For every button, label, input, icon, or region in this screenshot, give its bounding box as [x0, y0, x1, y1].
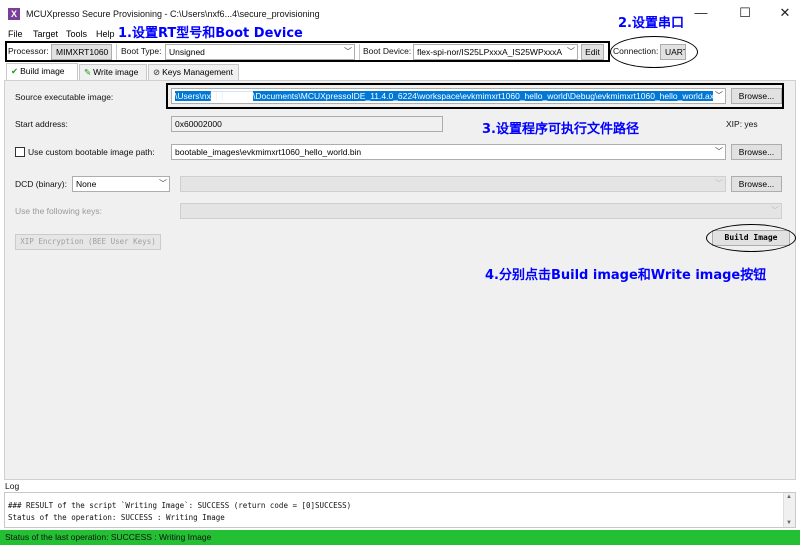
menu-help[interactable]: Help [96, 29, 115, 39]
annotation-3: 3.设置程序可执行文件路径 [482, 122, 639, 137]
status-bar: Status of the last operation: SUCCESS : … [0, 530, 800, 545]
browse-dcd-button[interactable]: Browse... [731, 176, 782, 192]
scroll-down-icon[interactable]: ▼ [786, 520, 792, 526]
annotation-box-source [166, 83, 784, 109]
source-executable-label: Source executable image: [15, 92, 114, 102]
chevron-down-icon: ﹀ [715, 179, 723, 188]
window-title: MCUXpresso Secure Provisioning - C:\User… [26, 9, 320, 19]
menu-file[interactable]: File [8, 29, 23, 39]
maximize-button[interactable]: ☐ [730, 4, 760, 22]
custom-path-checkbox[interactable] [15, 147, 25, 157]
custom-path-label: Use custom bootable image path: [28, 147, 155, 157]
custom-path-value: bootable_images\evkmimxrt1060_hello_worl… [175, 147, 362, 157]
minimize-button[interactable]: — [686, 4, 716, 22]
log-line: Status of the operation: SUCCESS : Writi… [8, 513, 225, 522]
tab-build-image[interactable]: ✔ Build image [6, 63, 78, 80]
dcd-select[interactable]: None ﹀ [72, 176, 170, 192]
start-address-label: Start address: [15, 119, 68, 129]
no-key-icon: ⊘ [153, 67, 161, 77]
app-logo-icon: X [8, 8, 20, 20]
keys-select[interactable]: ﹀ [180, 203, 782, 219]
tab-label: Build image [20, 66, 65, 76]
log-label: Log [5, 481, 20, 491]
log-scrollbar[interactable]: ▲ ▼ [783, 493, 795, 527]
dcd-path-input[interactable]: ﹀ [180, 176, 726, 192]
tab-keys-management[interactable]: ⊘ Keys Management [148, 64, 239, 80]
log-line: ### RESULT of the script `Writing Image`… [8, 501, 352, 510]
scroll-up-icon[interactable]: ▲ [786, 494, 792, 500]
annotation-4: 4.分别点击Build image和Write image按钮 [485, 268, 767, 283]
chevron-down-icon: ﹀ [771, 206, 779, 215]
tab-label: Keys Management [162, 67, 233, 77]
status-text: Status of the last operation: SUCCESS : … [5, 532, 212, 542]
keys-label: Use the following keys: [15, 206, 102, 216]
close-button[interactable]: ✕ [770, 4, 800, 22]
log-panel[interactable]: ### RESULT of the script `Writing Image`… [4, 492, 796, 528]
menu-tools[interactable]: Tools [66, 29, 87, 39]
menu-target[interactable]: Target [33, 29, 58, 39]
chevron-down-icon: ﹀ [715, 147, 723, 156]
chevron-down-icon: ﹀ [159, 179, 167, 188]
custom-path-input[interactable]: bootable_images\evkmimxrt1060_hello_worl… [171, 144, 726, 160]
start-address-field: 0x60002000 [171, 116, 443, 132]
annotation-1: 1.设置RT型号和Boot Device [118, 26, 303, 41]
check-icon: ✔ [11, 66, 19, 76]
tab-write-image[interactable]: ✎ Write image [79, 64, 147, 80]
xip-status: XIP: yes [726, 119, 758, 129]
annotation-ellipse-connection [610, 36, 698, 68]
annotation-2: 2.设置串口 [618, 16, 684, 31]
browse-custom-path-button[interactable]: Browse... [731, 144, 782, 160]
dcd-label: DCD (binary): [15, 179, 67, 189]
xip-encryption-button[interactable]: XIP Encryption (BEE User Keys) [15, 234, 161, 250]
annotation-box-toolbar [5, 41, 610, 62]
start-address-value: 0x60002000 [175, 119, 222, 129]
pencil-icon: ✎ [84, 67, 92, 77]
dcd-value: None [76, 179, 97, 189]
tab-label: Write image [93, 67, 139, 77]
annotation-ellipse-build [706, 224, 796, 252]
